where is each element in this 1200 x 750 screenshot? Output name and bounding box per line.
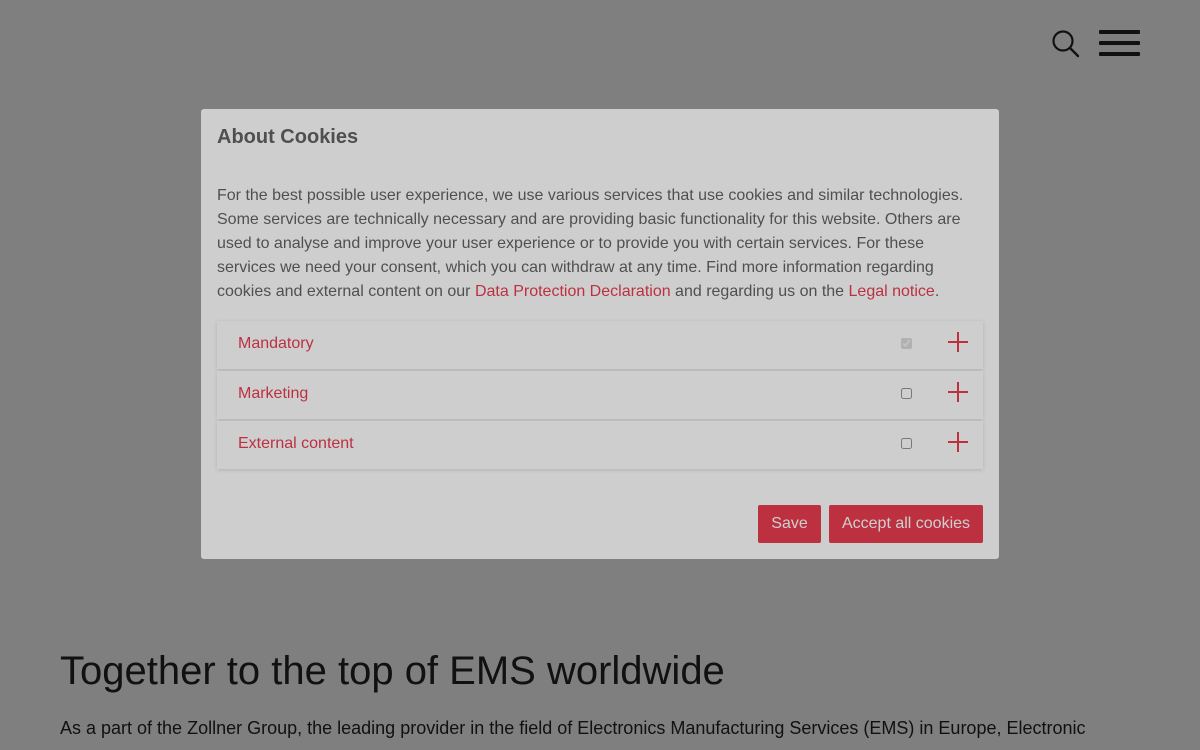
category-mandatory[interactable]: Mandatory — [217, 321, 983, 369]
plus-icon[interactable] — [948, 382, 968, 402]
category-label[interactable]: External content — [238, 435, 354, 453]
category-marketing[interactable]: Marketing — [217, 371, 983, 419]
save-button[interactable]: Save — [758, 505, 821, 543]
cookie-text-part: . — [934, 283, 940, 300]
category-external-content-checkbox[interactable] — [901, 438, 912, 449]
category-mandatory-checkbox[interactable] — [901, 338, 912, 349]
category-external-content[interactable]: External content — [217, 421, 983, 469]
accept-all-cookies-button[interactable]: Accept all cookies — [829, 505, 983, 543]
cookie-dialog-title: About Cookies — [217, 126, 359, 148]
cookie-text-part: and regarding us on the — [670, 283, 849, 300]
legal-notice-link[interactable]: Legal notice — [849, 283, 935, 300]
plus-icon[interactable] — [948, 432, 968, 452]
cookie-dialog-text: For the best possible user experience, w… — [217, 184, 977, 304]
cookie-dialog: About Cookies For the best possible user… — [201, 109, 999, 559]
category-marketing-checkbox[interactable] — [901, 388, 912, 399]
cookie-categories: Mandatory Marketing External content — [217, 321, 983, 471]
plus-icon[interactable] — [948, 332, 968, 352]
privacy-link[interactable]: Data Protection Declaration — [475, 283, 671, 300]
category-label[interactable]: Marketing — [238, 385, 308, 403]
category-label[interactable]: Mandatory — [238, 335, 314, 353]
